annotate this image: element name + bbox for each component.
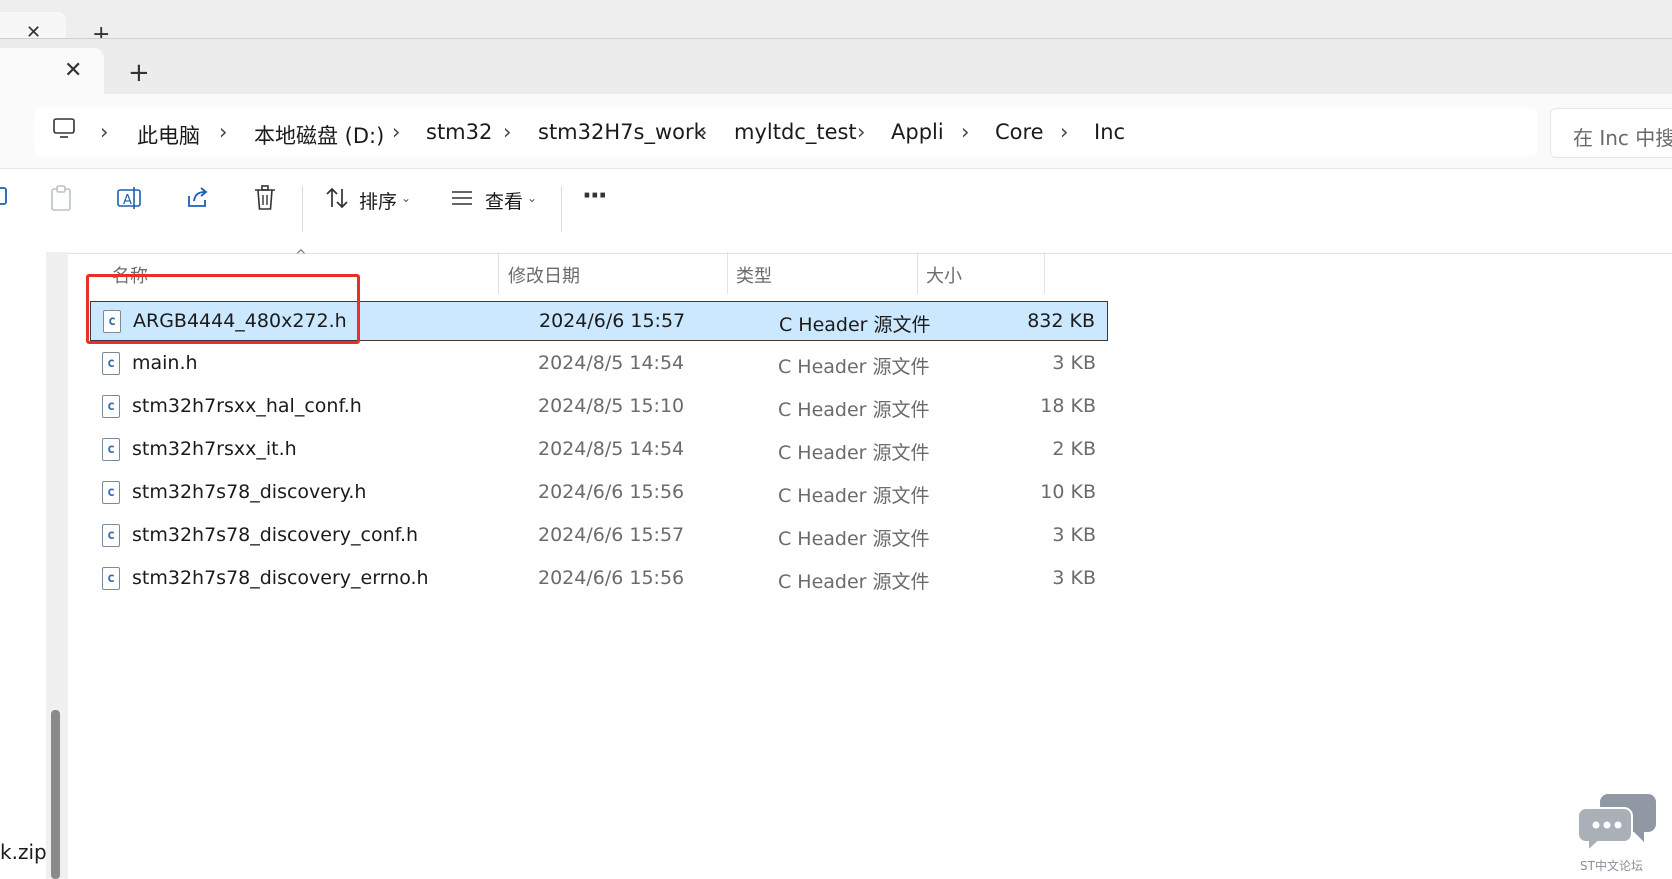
c-file-icon: c [102,567,120,590]
breadcrumb-local-disk[interactable]: 本地磁盘 (D:) [254,120,384,150]
breadcrumb-inc[interactable]: Inc [1094,120,1125,144]
file-name: main.h [132,352,198,374]
chevron-right-icon[interactable]: › [392,120,400,144]
close-tab-icon[interactable]: ✕ [64,58,82,83]
file-row[interactable]: c stm32h7s78_discovery_errno.h 2024/6/6 … [90,559,1108,599]
column-header-size[interactable]: 大小 [926,262,962,288]
background-window-tabbar [0,0,1672,39]
chevron-down-icon[interactable]: ⌄ [527,191,537,205]
chevron-right-icon[interactable]: › [100,120,108,144]
file-row[interactable]: c stm32h7rsxx_it.h 2024/8/5 14:54 C Head… [90,430,1108,470]
active-tab[interactable] [0,48,104,94]
file-type: C Header 源文件 [778,356,930,378]
column-divider[interactable] [1044,252,1045,294]
chevron-right-icon[interactable]: › [699,120,707,144]
file-size: 18 KB [1040,395,1096,417]
file-size: 10 KB [1040,481,1096,503]
navigation-pane[interactable] [0,252,46,879]
column-header-type[interactable]: 类型 [736,262,772,288]
column-header-date[interactable]: 修改日期 [508,262,580,288]
file-type: C Header 源文件 [778,528,930,550]
file-name: stm32h7s78_discovery_conf.h [132,524,419,546]
c-file-icon: c [102,352,120,375]
chevron-right-icon[interactable]: › [961,120,969,144]
breadcrumb-appli[interactable]: Appli [891,120,944,144]
computer-icon[interactable] [52,116,76,144]
file-date: 2024/8/5 15:10 [538,395,685,417]
file-type: C Header 源文件 [778,571,930,593]
file-size: 832 KB [1027,310,1095,332]
c-file-icon: c [102,395,120,418]
file-size: 3 KB [1052,567,1096,589]
chevron-right-icon[interactable]: › [503,120,511,144]
new-tab-icon[interactable]: + [128,58,150,88]
breadcrumb-core[interactable]: Core [995,120,1044,144]
sort-button-label[interactable]: 排序 [359,187,397,214]
forum-chat-icon [1577,786,1658,860]
file-name: stm32h7s78_discovery_errno.h [132,567,429,589]
file-type: C Header 源文件 [778,485,930,507]
chevron-right-icon[interactable]: › [857,120,865,144]
file-type: C Header 源文件 [778,442,930,464]
view-icon[interactable] [445,181,479,215]
file-row[interactable]: c stm32h7rsxx_hal_conf.h 2024/8/5 15:10 … [90,387,1108,427]
file-date: 2024/6/6 15:57 [538,524,685,546]
file-size: 3 KB [1052,524,1096,546]
file-date: 2024/6/6 15:56 [538,567,685,589]
breadcrumb-myltdc-test[interactable]: myltdc_test [734,120,857,144]
file-date: 2024/6/6 15:57 [539,310,686,332]
column-divider[interactable] [917,252,918,294]
nav-item-zip[interactable]: k.zip [0,840,47,864]
paste-icon[interactable] [44,181,78,215]
tab-bar [0,38,1672,95]
file-row[interactable]: c stm32h7s78_discovery.h 2024/6/6 15:56 … [90,473,1108,513]
highlight-annotation [86,274,360,344]
copy-icon[interactable] [0,185,10,207]
toolbar-divider [561,186,562,232]
file-name: stm32h7s78_discovery.h [132,481,367,503]
column-divider[interactable] [498,252,499,294]
breadcrumb-this-pc[interactable]: 此电脑 [137,120,200,150]
watermark-text: ST中文论坛 [1580,859,1643,873]
breadcrumb-stm32h7s-work[interactable]: stm32H7s_work [538,120,706,144]
file-type: C Header 源文件 [779,314,931,336]
svg-text:A: A [123,193,132,208]
rename-icon[interactable]: A [112,181,146,215]
column-divider[interactable] [727,252,728,294]
file-date: 2024/8/5 14:54 [538,352,685,374]
view-button-label[interactable]: 查看 [485,187,523,214]
chevron-right-icon[interactable]: › [1060,120,1068,144]
file-size: 2 KB [1052,438,1096,460]
c-file-icon: c [102,524,120,547]
file-date: 2024/6/6 15:56 [538,481,685,503]
c-file-icon: c [102,481,120,504]
chevron-right-icon[interactable]: › [219,120,227,144]
search-placeholder: 在 Inc 中搜 [1573,126,1672,150]
sort-ascending-icon: ^ [295,248,307,264]
more-options-icon[interactable]: ··· [582,181,608,211]
share-icon[interactable] [180,181,214,215]
file-type: C Header 源文件 [778,399,930,421]
file-size: 3 KB [1052,352,1096,374]
nav-scrollbar-thumb[interactable] [51,710,60,879]
file-name: stm32h7rsxx_it.h [132,438,297,460]
file-row[interactable]: c stm32h7s78_discovery_conf.h 2024/6/6 1… [90,516,1108,556]
file-name: stm32h7rsxx_hal_conf.h [132,395,362,417]
sort-icon[interactable] [320,181,354,215]
breadcrumb-stm32[interactable]: stm32 [426,120,492,144]
toolbar-divider [302,186,303,232]
delete-icon[interactable] [248,181,282,215]
chevron-down-icon[interactable]: ⌄ [401,191,411,205]
file-row[interactable]: c main.h 2024/8/5 14:54 C Header 源文件 3 K… [90,344,1108,384]
file-date: 2024/8/5 14:54 [538,438,685,460]
c-file-icon: c [102,438,120,461]
